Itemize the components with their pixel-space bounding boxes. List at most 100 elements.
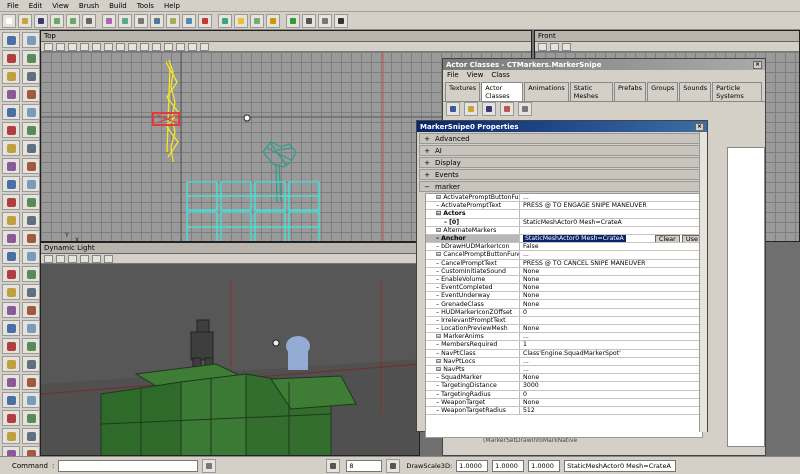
menu-item-file[interactable]: File	[2, 2, 24, 10]
command-input[interactable]	[58, 459, 199, 472]
property-value[interactable]: False	[520, 243, 702, 251]
menu-item-view[interactable]: View	[47, 2, 74, 10]
dropdown-icon[interactable]	[202, 458, 217, 473]
align-icon[interactable]	[22, 392, 40, 408]
face-drag-icon[interactable]	[22, 122, 40, 138]
category-ai[interactable]: + AI	[419, 145, 705, 156]
collapse-icon[interactable]: ⊟	[436, 251, 441, 258]
add-volume-icon[interactable]	[2, 266, 20, 282]
tab-sounds[interactable]: Sounds	[679, 82, 712, 101]
category-display[interactable]: + Display	[419, 157, 705, 168]
texture-rotate-icon[interactable]	[22, 86, 40, 102]
sheet-brush-icon[interactable]	[2, 230, 20, 246]
tab-static-meshes[interactable]: Static Meshes	[569, 82, 613, 101]
viewport-ortho-icon[interactable]	[104, 42, 113, 51]
property-value[interactable]: 1	[520, 341, 702, 349]
volumetric-icon[interactable]	[22, 230, 40, 246]
sounds-icon[interactable]	[182, 13, 196, 28]
viewport-cam-icon[interactable]	[188, 42, 197, 51]
actors-icon[interactable]	[118, 13, 132, 28]
property-row[interactable]: – [0] StaticMeshActor0 Mesh=CrateA	[426, 218, 702, 227]
clear-button[interactable]: Clear	[654, 234, 680, 243]
property-row[interactable]: – NavPtClass Class'Engine.SquadMarkerSpot'	[426, 349, 702, 358]
polygon-icon[interactable]	[22, 68, 40, 84]
viewport-menu-icon[interactable]	[44, 254, 53, 263]
viewport-menu-icon[interactable]	[538, 42, 547, 51]
build-lighting-icon[interactable]	[234, 13, 248, 28]
property-value[interactable]: ...	[520, 251, 702, 259]
collapse-icon[interactable]: ⊟	[436, 358, 441, 365]
drawscale-x-field[interactable]: 1.0000	[456, 459, 489, 472]
play-icon[interactable]	[286, 13, 300, 28]
category-advanced[interactable]: + Advanced	[419, 133, 705, 144]
property-row[interactable]: – WeaponTarget None	[426, 398, 702, 407]
tab-groups[interactable]: Groups	[647, 82, 679, 101]
scripts-icon[interactable]	[302, 13, 316, 28]
menu-item-brush[interactable]: Brush	[74, 2, 104, 10]
textures-icon[interactable]	[102, 13, 116, 28]
property-value[interactable]	[520, 210, 702, 218]
texture-browse-icon[interactable]	[22, 428, 40, 444]
viewport-menu-icon[interactable]	[44, 42, 53, 51]
viewport-mode-icon[interactable]	[56, 254, 65, 263]
grid-size-icon[interactable]	[22, 356, 40, 372]
viewport-wire-icon[interactable]	[116, 42, 125, 51]
viewport-ortho-icon[interactable]	[80, 254, 89, 263]
cube-brush-icon[interactable]	[2, 176, 20, 192]
viewport-mode-icon[interactable]	[56, 42, 65, 51]
csg-add-icon[interactable]	[2, 140, 20, 156]
collapse-icon[interactable]: ⊟	[436, 210, 441, 217]
class-tree-area[interactable]	[727, 147, 765, 447]
property-row[interactable]: – WeaponTargetRadius 512	[426, 406, 702, 416]
property-row[interactable]: ⊟ CancelPromptButtonFuncs...	[426, 251, 702, 260]
snap-icon[interactable]	[386, 458, 401, 473]
viewport-light-icon[interactable]	[152, 42, 161, 51]
property-row[interactable]: ⊟ AlternateMarkers	[426, 226, 702, 235]
viewport-tex-icon[interactable]	[104, 254, 113, 263]
add-mover-icon[interactable]	[2, 248, 20, 264]
build-geometry-icon[interactable]	[218, 13, 232, 28]
collapse-icon[interactable]: ⊟	[436, 333, 441, 340]
viewport-zone-icon[interactable]	[128, 42, 137, 51]
viewport-shadow-icon[interactable]	[176, 42, 185, 51]
undo-tool-icon[interactable]	[22, 374, 40, 390]
close-icon[interactable]: ×	[753, 60, 762, 69]
expand-icon[interactable]: +	[423, 159, 431, 167]
tab-textures[interactable]: Textures	[445, 82, 481, 101]
snap-grid-icon[interactable]	[2, 356, 20, 372]
property-value[interactable]: ...	[520, 333, 702, 341]
open-icon[interactable]	[464, 101, 478, 116]
menu-item-help[interactable]: Help	[159, 2, 185, 10]
play-map-icon[interactable]	[22, 410, 40, 426]
tab-actor-classes[interactable]: Actor Classes	[481, 82, 524, 101]
property-value[interactable]: PRESS @ TO CANCEL SNIPE MANEUVER	[520, 259, 702, 267]
undo-icon[interactable]	[50, 13, 64, 28]
property-row[interactable]: – CustomInitiateSound None	[426, 267, 702, 276]
new-icon[interactable]	[2, 13, 16, 28]
cone-brush-icon[interactable]	[2, 194, 20, 210]
viewport-dyn-icon[interactable]	[164, 42, 173, 51]
grid-size-select[interactable]: 8	[346, 459, 383, 472]
property-value[interactable]: None	[520, 275, 702, 284]
property-value[interactable]: ...	[520, 357, 702, 365]
properties-icon[interactable]	[518, 101, 532, 116]
property-value[interactable]: 3000	[520, 382, 702, 390]
edit-icon[interactable]	[500, 101, 514, 116]
save-icon[interactable]	[482, 101, 496, 116]
property-value[interactable]: None	[520, 398, 702, 406]
select-all-icon[interactable]	[2, 302, 20, 318]
property-value[interactable]: Class'Engine.SquadMarkerSpot'	[520, 349, 702, 357]
meshes-icon[interactable]	[134, 13, 148, 28]
collapse-icon[interactable]: −	[423, 183, 431, 191]
camera-mode-icon[interactable]	[2, 32, 20, 48]
property-row[interactable]: – bDrawHUDMarkerIcon False	[426, 243, 702, 252]
property-value[interactable]: StaticMeshActor0 Mesh=CrateA	[520, 218, 702, 226]
tab-animations[interactable]: Animations	[524, 82, 569, 101]
show-selected-icon[interactable]	[2, 284, 20, 300]
property-value[interactable]: 0	[520, 390, 702, 398]
property-row[interactable]: – GrenadeClass None	[426, 300, 702, 309]
save-icon[interactable]	[34, 13, 48, 28]
viewport-tex-icon[interactable]	[140, 42, 149, 51]
menu-item-build[interactable]: Build	[104, 2, 132, 10]
vertex-icon[interactable]	[22, 50, 40, 66]
